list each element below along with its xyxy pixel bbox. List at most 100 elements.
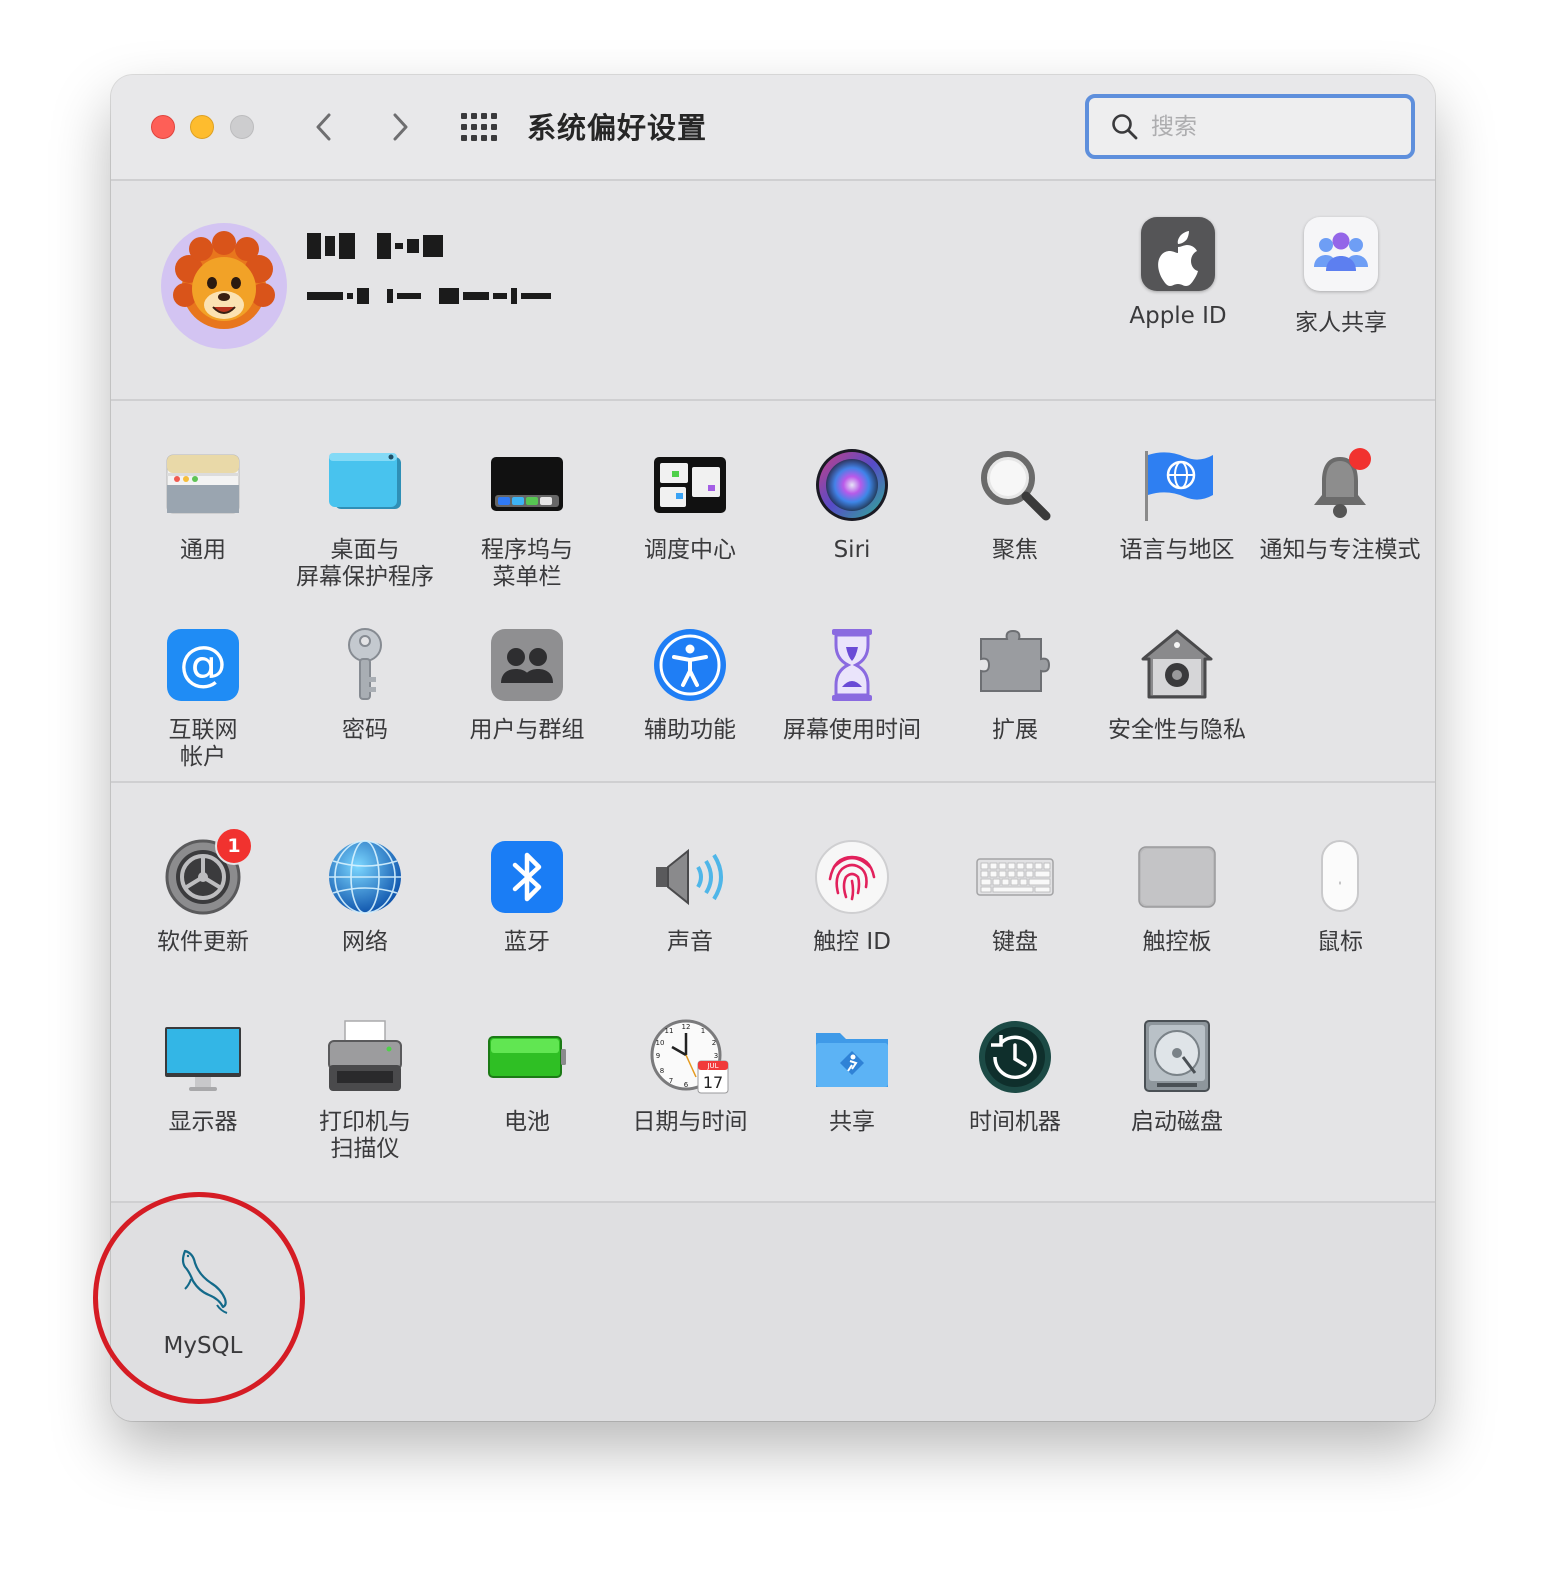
pane-label: 时间机器 — [969, 1109, 1061, 1135]
svg-text:12: 12 — [682, 1023, 691, 1031]
pane-label: 触控板 — [1142, 929, 1212, 955]
pane-battery[interactable]: 电池 — [446, 1017, 608, 1136]
pane-mission-control[interactable]: 调度中心 — [609, 445, 771, 564]
pane-label: 程序坞与 菜单栏 — [481, 537, 573, 590]
search-field[interactable] — [1085, 94, 1415, 159]
pane-users-groups[interactable]: 用户与群组 — [446, 625, 608, 744]
pane-label: 共享 — [829, 1109, 875, 1135]
pane-spotlight[interactable]: 聚焦 — [934, 445, 1096, 564]
search-input[interactable] — [1149, 108, 1393, 146]
third-party-section: MySQL — [111, 1203, 1435, 1421]
date-time-icon: 12 1 2 3 9 10 11 8 7 6 JUL 17 — [650, 1017, 730, 1097]
pane-startup-disk[interactable]: 启动磁盘 — [1096, 1017, 1258, 1136]
general-icon — [163, 445, 243, 525]
pane-general[interactable]: 通用 — [122, 445, 284, 564]
pane-extensions[interactable]: 扩展 — [934, 625, 1096, 744]
pane-label: 屏幕使用时间 — [783, 717, 921, 743]
battery-icon — [487, 1017, 567, 1097]
account-header: Apple ID 家人共享 — [111, 181, 1435, 401]
pane-date-time[interactable]: 12 1 2 3 9 10 11 8 7 6 JUL 17 日期与时间 — [609, 1017, 771, 1136]
startup-disk-icon — [1137, 1017, 1217, 1097]
keyboard-icon — [975, 837, 1055, 917]
pane-printers-scanners[interactable]: 打印机与 扫描仪 — [284, 1017, 446, 1163]
svg-text:3: 3 — [714, 1052, 718, 1060]
back-button[interactable] — [307, 109, 343, 145]
pane-trackpad[interactable]: 触控板 — [1096, 837, 1258, 956]
pane-security-privacy[interactable]: 安全性与隐私 — [1096, 625, 1258, 744]
pane-label: 蓝牙 — [504, 929, 550, 955]
printers-scanners-icon — [325, 1017, 405, 1097]
pane-label: 互联网 帐户 — [168, 717, 238, 770]
pane-time-machine[interactable]: 时间机器 — [934, 1017, 1096, 1136]
chevron-right-icon — [393, 113, 408, 141]
extensions-icon — [975, 625, 1055, 705]
pane-label: 安全性与隐私 — [1108, 717, 1246, 743]
mouse-icon — [1300, 837, 1380, 917]
pane-siri[interactable]: Siri — [771, 445, 933, 564]
pane-screen-time[interactable]: 屏幕使用时间 — [771, 625, 933, 744]
pane-label: 语言与地区 — [1119, 537, 1235, 563]
desktop-screensaver-icon — [325, 445, 405, 525]
pane-notifications[interactable]: 通知与专注模式 — [1259, 445, 1421, 564]
pane-touch-id[interactable]: 触控 ID — [771, 837, 933, 956]
pane-passwords[interactable]: 密码 — [284, 625, 446, 744]
calendar-month: JUL — [706, 1062, 718, 1070]
hardware-section: 1 软件更新 网络 蓝牙 声音 触控 ID 键盘 触控板 鼠标 显示器 打印机与… — [111, 783, 1435, 1203]
pane-network[interactable]: 网络 — [284, 837, 446, 956]
minimize-button[interactable] — [190, 115, 214, 139]
pane-label: 扩展 — [992, 717, 1038, 743]
pane-software-update[interactable]: 1 软件更新 — [122, 827, 284, 956]
users-groups-icon — [487, 625, 567, 705]
svg-text:6: 6 — [684, 1081, 689, 1089]
chevron-left-icon — [316, 113, 331, 141]
personal-section: 通用 桌面与 屏幕保护程序 程序坞与 菜单栏 调度中心 Siri 聚焦 语言与地… — [111, 401, 1435, 783]
passwords-icon — [325, 625, 405, 705]
pane-keyboard[interactable]: 键盘 — [934, 837, 1096, 956]
account-name-obscured — [307, 233, 447, 273]
pane-mouse[interactable]: 鼠标 — [1259, 837, 1421, 956]
pane-label: 网络 — [342, 929, 388, 955]
forward-button[interactable] — [381, 109, 417, 145]
pane-accessibility[interactable]: 辅助功能 — [609, 625, 771, 744]
pane-displays[interactable]: 显示器 — [122, 1017, 284, 1136]
svg-text:11: 11 — [665, 1027, 674, 1035]
mysql-dolphin-icon — [163, 1241, 243, 1321]
bluetooth-icon — [487, 837, 567, 917]
pane-bluetooth[interactable]: 蓝牙 — [446, 837, 608, 956]
accessibility-icon — [650, 625, 730, 705]
pane-label: 日期与时间 — [632, 1109, 748, 1135]
internet-accounts-icon: @ — [163, 625, 243, 705]
time-machine-icon — [975, 1017, 1055, 1097]
update-count-badge: 1 — [215, 827, 253, 865]
touch-id-icon — [812, 837, 892, 917]
family-sharing-pane[interactable]: 家人共享 — [1266, 217, 1416, 337]
apple-logo-icon — [1141, 217, 1215, 291]
pane-label: 通知与专注模式 — [1259, 537, 1421, 563]
pane-mysql[interactable]: MySQL — [122, 1241, 284, 1360]
pane-internet-accounts[interactable]: @ 互联网 帐户 — [122, 625, 284, 771]
pane-label: 通用 — [180, 537, 226, 563]
avatar[interactable] — [161, 223, 287, 349]
search-icon — [1112, 114, 1138, 140]
pane-label: 启动磁盘 — [1131, 1109, 1223, 1135]
system-preferences-window: 系统偏好设置 Apple — [111, 75, 1435, 1421]
svg-text:7: 7 — [669, 1077, 673, 1085]
pane-label: Siri — [833, 537, 871, 563]
pane-desktop-screensaver[interactable]: 桌面与 屏幕保护程序 — [284, 445, 446, 591]
pane-label: 调度中心 — [644, 537, 736, 563]
title-bar: 系统偏好设置 — [111, 75, 1435, 181]
pane-label: MySQL — [163, 1333, 243, 1359]
pane-sharing[interactable]: 共享 — [771, 1017, 933, 1136]
pane-dock-menubar[interactable]: 程序坞与 菜单栏 — [446, 445, 608, 591]
lion-memoji-icon — [173, 231, 275, 329]
pane-language-region[interactable]: 语言与地区 — [1096, 445, 1258, 564]
pane-label: 桌面与 屏幕保护程序 — [296, 537, 434, 590]
language-region-icon — [1137, 445, 1217, 525]
show-all-button[interactable] — [459, 111, 499, 143]
pane-sound[interactable]: 声音 — [609, 837, 771, 956]
zoom-button[interactable] — [230, 115, 254, 139]
pane-label: 键盘 — [992, 929, 1038, 955]
apple-id-pane[interactable]: Apple ID — [1103, 217, 1253, 329]
close-button[interactable] — [151, 115, 175, 139]
pane-label: 密码 — [342, 717, 388, 743]
